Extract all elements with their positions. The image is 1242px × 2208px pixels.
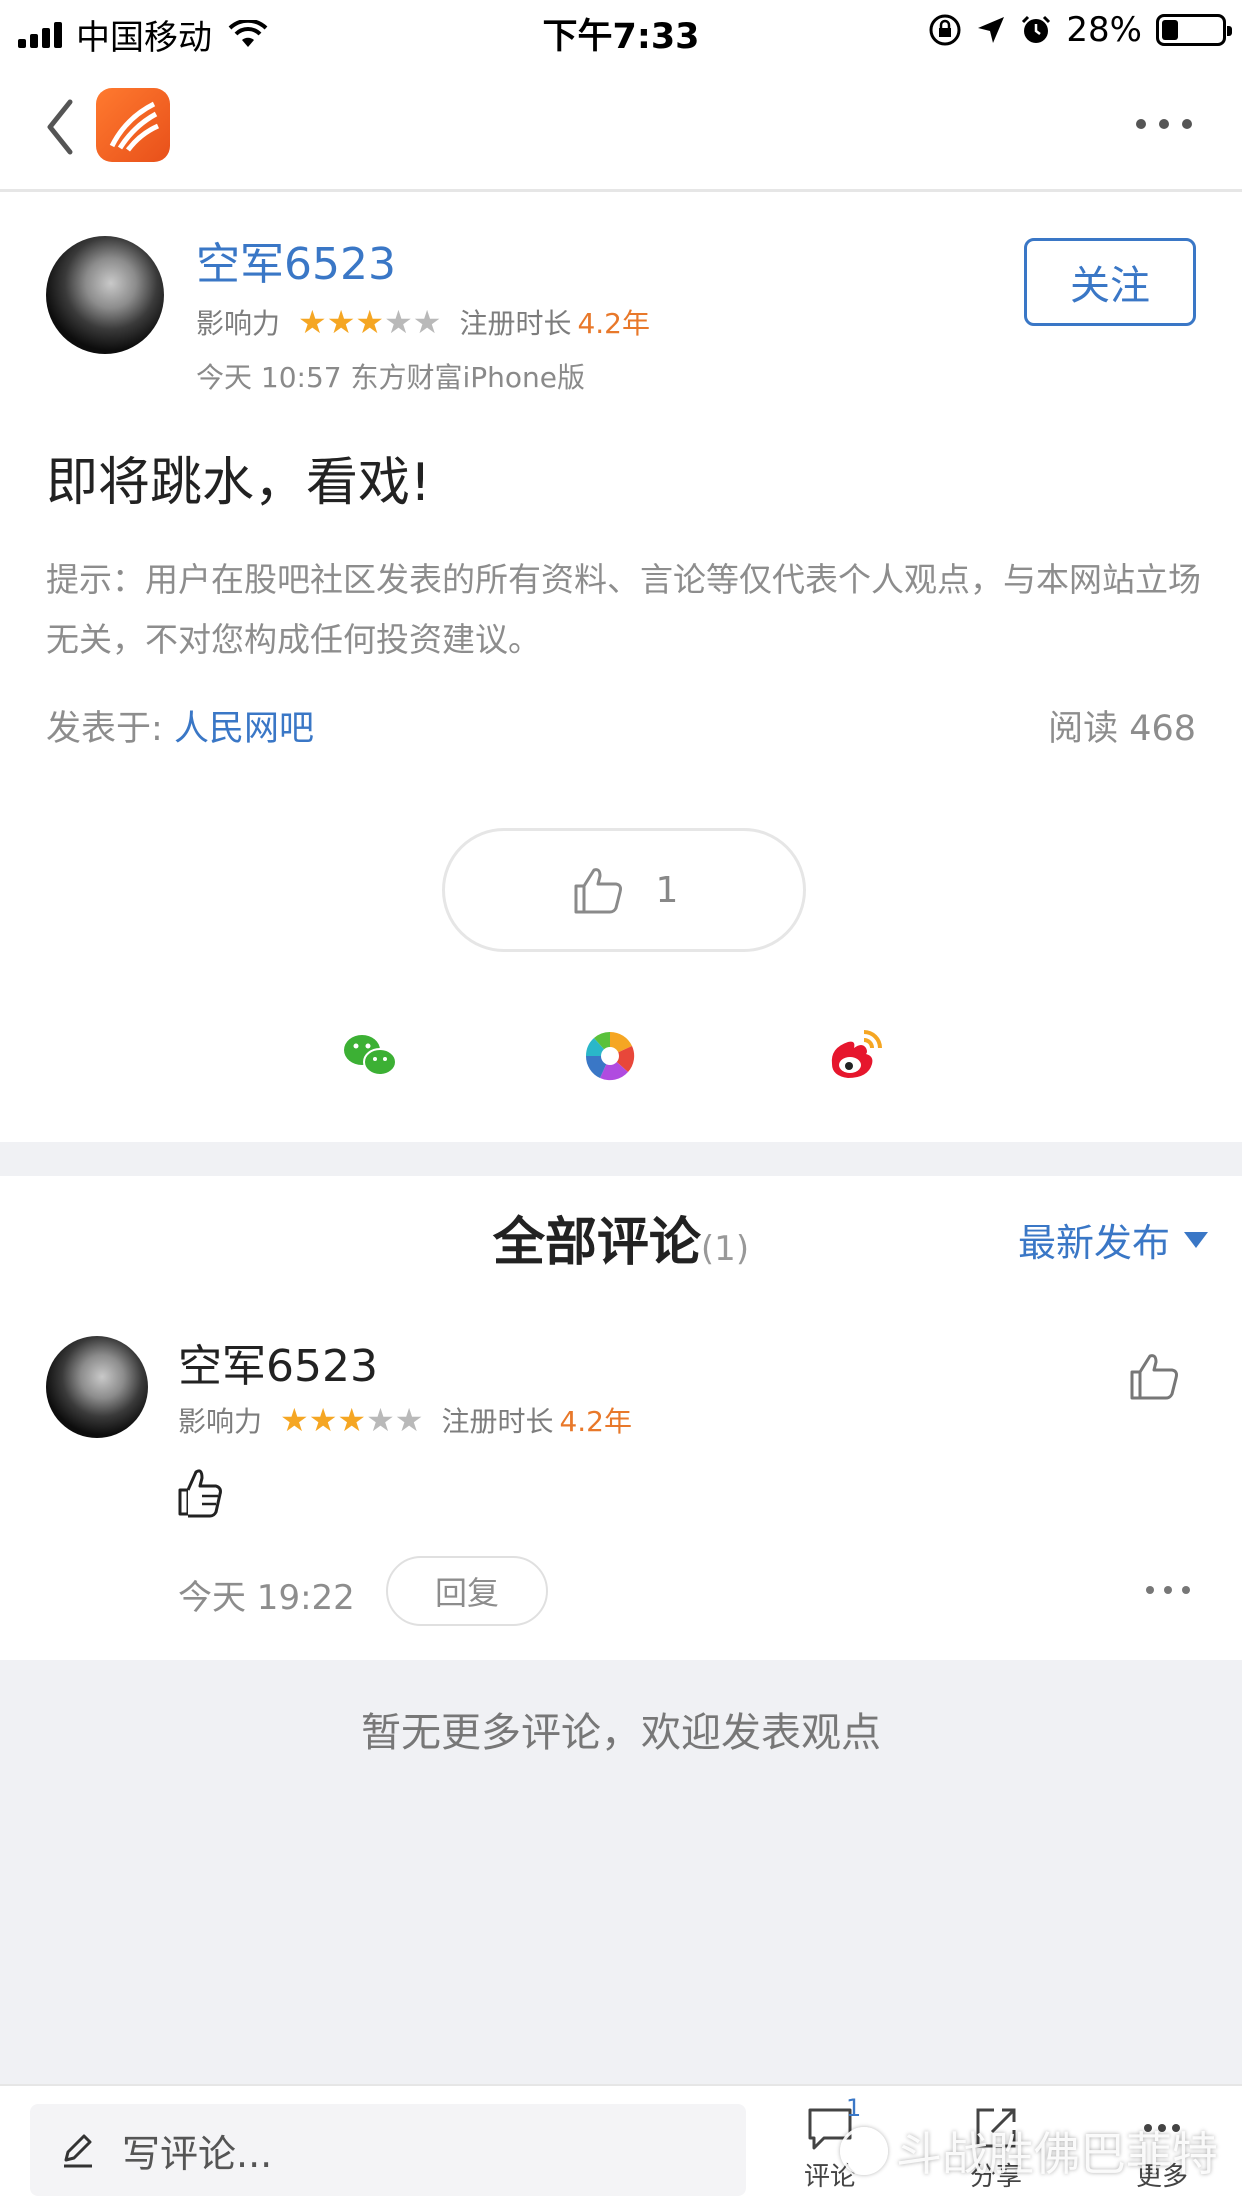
comments-title-text: 全部评论 (492, 1213, 701, 1273)
wechat-icon[interactable] (338, 1024, 402, 1088)
star-filled-icon: ★ (298, 303, 327, 341)
star-empty-icon: ★ (384, 303, 413, 341)
sort-label: 最新发布 (1017, 1221, 1170, 1265)
disclaimer-text: 提示：用户在股吧社区发表的所有资料、言论等仅代表个人观点，与本网站立场无关，不对… (46, 560, 1201, 659)
thumbs-up-emoji-icon (178, 1469, 222, 1518)
comment-avatar[interactable] (46, 1336, 148, 1438)
comment-author-meta: 影响力 ★ ★ ★ ★ ★ 注册时长 4.2年 (178, 1400, 632, 1440)
comment-like-icon[interactable] (1126, 1348, 1182, 1404)
no-more-comments-text: 暂无更多评论，欢迎发表观点 (361, 1710, 881, 1756)
star-filled-icon: ★ (337, 1401, 367, 1439)
sort-dropdown[interactable]: 最新发布 (1018, 1212, 1208, 1267)
author-avatar[interactable] (46, 236, 164, 354)
status-bar: 中国移动 下午7:33 28% (0, 0, 1242, 62)
post-time-source: 今天 10:57 东方财富iPhone版 (196, 361, 586, 394)
alarm-icon (1022, 15, 1051, 43)
weibo-icon[interactable] (822, 1024, 886, 1088)
influence-stars: ★ ★ ★ ★ ★ (298, 303, 441, 341)
battery-icon (1156, 14, 1232, 46)
reg-label: 注册时长 (459, 307, 572, 340)
reply-button[interactable]: 回复 (386, 1556, 548, 1626)
star-empty-icon: ★ (366, 1401, 395, 1439)
moments-icon[interactable] (578, 1024, 642, 1088)
author-name[interactable]: 空军6523 (196, 228, 396, 292)
comment-composer[interactable]: 写评论... (30, 2104, 746, 2196)
comment-author[interactable]: 空军6523 (178, 1330, 378, 1394)
star-filled-icon: ★ (308, 1401, 338, 1439)
influence-label: 影响力 (196, 307, 281, 340)
read-count: 阅读 468 (1048, 709, 1196, 749)
thumbs-up-icon (574, 868, 622, 914)
star-filled-icon: ★ (326, 303, 356, 341)
nav-bar (0, 62, 1242, 192)
star-empty-icon: ★ (412, 303, 442, 341)
post-title: 即将跳水，看戏! (46, 453, 431, 513)
comments-header: 全部评论(1) 最新发布 (0, 1176, 1242, 1306)
status-right: 28% (928, 10, 1232, 50)
posted-in: 发表于: 人民网吧 (46, 700, 314, 751)
battery-percent: 28% (1066, 10, 1142, 50)
author-meta: 影响力 ★ ★ ★ ★ ★ 注册时长 4.2年 (196, 302, 650, 342)
comment-influence-stars: ★ ★ ★ ★ ★ (280, 1401, 423, 1439)
back-icon[interactable] (40, 92, 80, 162)
pencil-icon (64, 2134, 92, 2168)
star-empty-icon: ★ (394, 1401, 424, 1439)
section-divider (0, 1142, 1242, 1176)
app-logo-icon (109, 101, 160, 152)
comment-time: 今天 19:22 (178, 1578, 355, 1618)
watermark-logo-icon (840, 2127, 888, 2175)
comment-more-button[interactable] (1146, 1586, 1190, 1598)
posted-in-label: 发表于: (46, 709, 163, 749)
more-menu-button[interactable] (1136, 114, 1192, 134)
orientation-lock-icon (929, 14, 961, 46)
follow-button[interactable]: 关注 (1024, 238, 1196, 326)
location-icon (978, 17, 1005, 43)
star-filled-icon: ★ (280, 1401, 309, 1439)
forum-link[interactable]: 人民网吧 (174, 709, 314, 749)
app-logo (96, 88, 170, 162)
comment-reg-years: 4.2年 (559, 1405, 632, 1438)
composer-placeholder: 写评论... (122, 2131, 273, 2176)
watermark: 斗战胜佛巴菲特 (840, 2118, 1218, 2184)
reg-years: 4.2年 (577, 307, 650, 340)
like-count: 1 (655, 869, 679, 911)
watermark-text: 斗战胜佛巴菲特 (896, 2127, 1218, 2181)
comment-influence-label: 影响力 (178, 1405, 263, 1438)
battery-fill (1162, 20, 1179, 40)
star-filled-icon: ★ (355, 303, 385, 341)
like-button[interactable]: 1 (442, 828, 806, 952)
dropdown-arrow-icon (1184, 1231, 1208, 1248)
comments-count: (1) (700, 1229, 750, 1269)
comment-reg-label: 注册时长 (441, 1405, 554, 1438)
